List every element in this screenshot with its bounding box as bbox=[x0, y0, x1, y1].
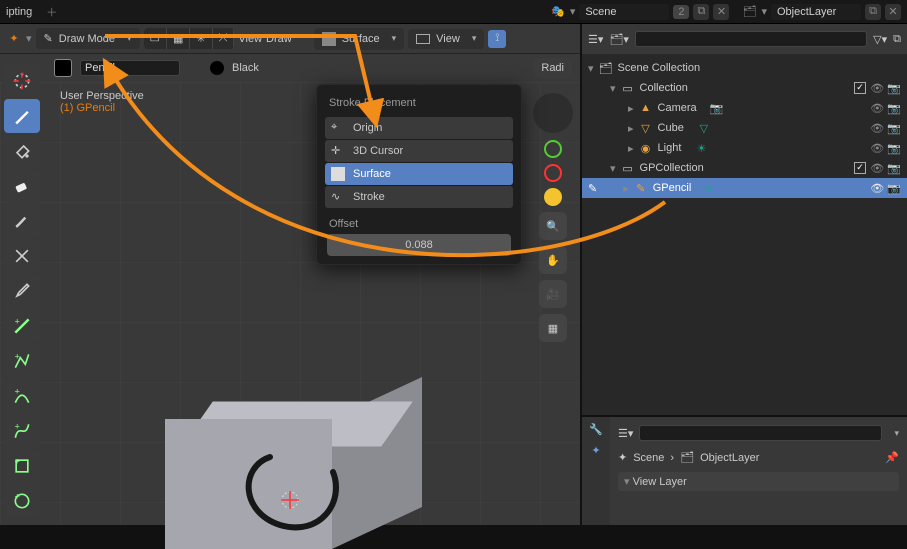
delete-layer-button[interactable]: ✕ bbox=[885, 4, 901, 20]
duplicate-scene-button[interactable]: ⧉ bbox=[693, 4, 709, 20]
camera-button[interactable]: 🎥 bbox=[539, 280, 567, 308]
outliner-row-collection[interactable]: ▾▭ Collection 👁 📷 bbox=[582, 78, 907, 98]
placement-option-origin[interactable]: ⌖Origin bbox=[325, 117, 513, 139]
tool-circle[interactable]: + bbox=[4, 484, 40, 518]
axis-z-dot[interactable] bbox=[544, 188, 562, 206]
brush-name-field[interactable] bbox=[80, 60, 180, 76]
offset-label: Offset bbox=[329, 218, 509, 230]
scene-user-count: 2 bbox=[673, 5, 689, 19]
placement-option-stroke[interactable]: ∿Stroke bbox=[325, 186, 513, 208]
radius-slider[interactable]: Radi bbox=[533, 58, 572, 78]
material-slot-icon[interactable] bbox=[210, 61, 224, 75]
add-workspace-icon[interactable]: ＋ bbox=[46, 4, 57, 20]
persp-ortho-button[interactable]: ▦ bbox=[539, 314, 567, 342]
delete-scene-button[interactable]: ✕ bbox=[713, 4, 729, 20]
tool-polyline[interactable]: + bbox=[4, 344, 40, 378]
mode-dropdown[interactable]: ✎ Draw Mode bbox=[36, 28, 140, 49]
outliner-row-gpencil[interactable]: ✎ ▸ ✎ GPencil ∿ 👁 📷 bbox=[582, 178, 907, 198]
3d-viewport[interactable]: ✦▾ ✎ Draw Mode ▭▦✳⤫ View Draw Surface Vi… bbox=[0, 24, 580, 525]
layers-icon[interactable]: 🗂 bbox=[741, 5, 757, 18]
scene-name-field[interactable]: Scene bbox=[579, 4, 669, 20]
outliner-row-camera[interactable]: ▸ ▲ Camera 📷 👁 📷 bbox=[582, 98, 907, 118]
svg-text:+: + bbox=[15, 316, 20, 326]
editor-type-button[interactable]: ✦ bbox=[6, 32, 22, 45]
3d-cursor-icon bbox=[278, 488, 302, 512]
menu-view[interactable]: View bbox=[238, 33, 262, 45]
tool-draw[interactable] bbox=[4, 99, 40, 133]
svg-text:+: + bbox=[15, 421, 20, 431]
duplicate-layer-button[interactable]: ⧉ bbox=[865, 4, 881, 20]
workspace-tab[interactable]: ipting bbox=[6, 6, 32, 18]
outliner-filter-button[interactable]: ▽▾ bbox=[873, 33, 887, 46]
viewport-header: ✦▾ ✎ Draw Mode ▭▦✳⤫ View Draw Surface Vi… bbox=[0, 24, 580, 54]
tool-box[interactable]: + bbox=[4, 449, 40, 483]
tool-tint[interactable] bbox=[4, 204, 40, 238]
tool-cursor3d[interactable] bbox=[4, 64, 40, 98]
properties-panel: 🔧 ✦ ☰▾ ✦Scene › 🗂ObjectLayer 📌 ▾ View La… bbox=[582, 415, 907, 525]
panel-view-layer-header[interactable]: ▾ View Layer bbox=[618, 472, 899, 491]
props-editor-type-button[interactable]: ☰▾ bbox=[618, 427, 633, 440]
tool-cutter[interactable] bbox=[4, 239, 40, 273]
outliner-scene-collection-row[interactable]: ▾🗂 Scene Collection bbox=[582, 58, 907, 78]
outliner-row-gpcollection[interactable]: ▾▭ GPCollection 👁 📷 bbox=[582, 158, 907, 178]
stroke-placement-dropdown[interactable]: Surface bbox=[314, 28, 404, 50]
outliner-header: ☰▾ 🗂▾ ▽▾ ⧉ bbox=[582, 24, 907, 54]
outliner-new-collection-button[interactable]: ⧉ bbox=[893, 33, 901, 46]
outliner-tree[interactable]: ▾🗂 Scene Collection ▾▭ Collection 👁 📷 ▸ … bbox=[582, 54, 907, 415]
viewport-gizmo-column: 🔍 ✋ 🎥 ▦ bbox=[532, 92, 574, 342]
props-breadcrumb: ✦Scene › 🗂ObjectLayer 📌 bbox=[618, 451, 899, 464]
falloff-segmented[interactable]: ▭▦✳⤫ bbox=[144, 28, 235, 49]
tool-line[interactable]: + bbox=[4, 309, 40, 343]
props-tab-tool[interactable]: 🔧 bbox=[589, 423, 603, 436]
tool-erase[interactable] bbox=[4, 169, 40, 203]
stroke-color-swatch[interactable] bbox=[54, 59, 72, 77]
props-search-input[interactable] bbox=[639, 425, 882, 441]
placement-option-3d-cursor[interactable]: ✛3D Cursor bbox=[325, 140, 513, 162]
menu-draw[interactable]: Draw bbox=[266, 33, 292, 45]
material-name[interactable]: Black bbox=[232, 62, 259, 74]
outliner-row-cube[interactable]: ▸ ▽ Cube ▽ 👁 📷 bbox=[582, 118, 907, 138]
tool-header: Black Radi bbox=[46, 54, 580, 82]
svg-text:+: + bbox=[15, 386, 20, 396]
tool-fill[interactable] bbox=[4, 134, 40, 168]
props-tab-render[interactable]: ✦ bbox=[591, 444, 600, 457]
svg-text:+: + bbox=[15, 456, 20, 466]
guides-toggle[interactable]: ⟟ bbox=[488, 30, 506, 48]
tool-curve[interactable]: + bbox=[4, 414, 40, 448]
axis-x-dot[interactable] bbox=[544, 164, 562, 182]
pin-icon[interactable]: 📌 bbox=[885, 451, 899, 464]
zoom-button[interactable]: 🔍 bbox=[539, 212, 567, 240]
props-options-button[interactable] bbox=[888, 427, 899, 439]
axis-y-dot[interactable] bbox=[544, 140, 562, 158]
pan-button[interactable]: ✋ bbox=[539, 246, 567, 274]
popover-title: Stroke Placement bbox=[329, 97, 509, 109]
outliner-row-light[interactable]: ▸ ◉ Light ☀ 👁 📷 bbox=[582, 138, 907, 158]
outliner-search-input[interactable] bbox=[635, 31, 867, 47]
outliner-display-mode-button[interactable]: 🗂▾ bbox=[609, 33, 629, 46]
svg-text:+: + bbox=[15, 351, 20, 361]
app-topbar: ipting ＋ 🎭▾ Scene 2 ⧉ ✕ 🗂▾ ObjectLayer ⧉… bbox=[0, 0, 907, 24]
svg-text:+: + bbox=[15, 491, 20, 501]
nav-gizmo[interactable] bbox=[532, 92, 574, 134]
view-info-overlay: User Perspective (1) GPencil bbox=[60, 90, 144, 114]
placement-option-surface[interactable]: Surface bbox=[325, 163, 513, 185]
left-toolbar: + + + + + + bbox=[4, 64, 44, 518]
outliner-editor-type-button[interactable]: ☰▾ bbox=[588, 33, 603, 46]
offset-field[interactable]: 0.088 bbox=[327, 234, 511, 256]
drawing-plane-dropdown[interactable]: View bbox=[408, 29, 484, 49]
tool-eyedropper[interactable] bbox=[4, 274, 40, 308]
stroke-placement-popover: Stroke Placement ⌖Origin ✛3D Cursor Surf… bbox=[316, 84, 522, 265]
view-layer-name-field[interactable]: ObjectLayer bbox=[771, 4, 861, 20]
tool-arc[interactable]: + bbox=[4, 379, 40, 413]
browse-scene-icon[interactable]: 🎭 bbox=[550, 5, 566, 18]
